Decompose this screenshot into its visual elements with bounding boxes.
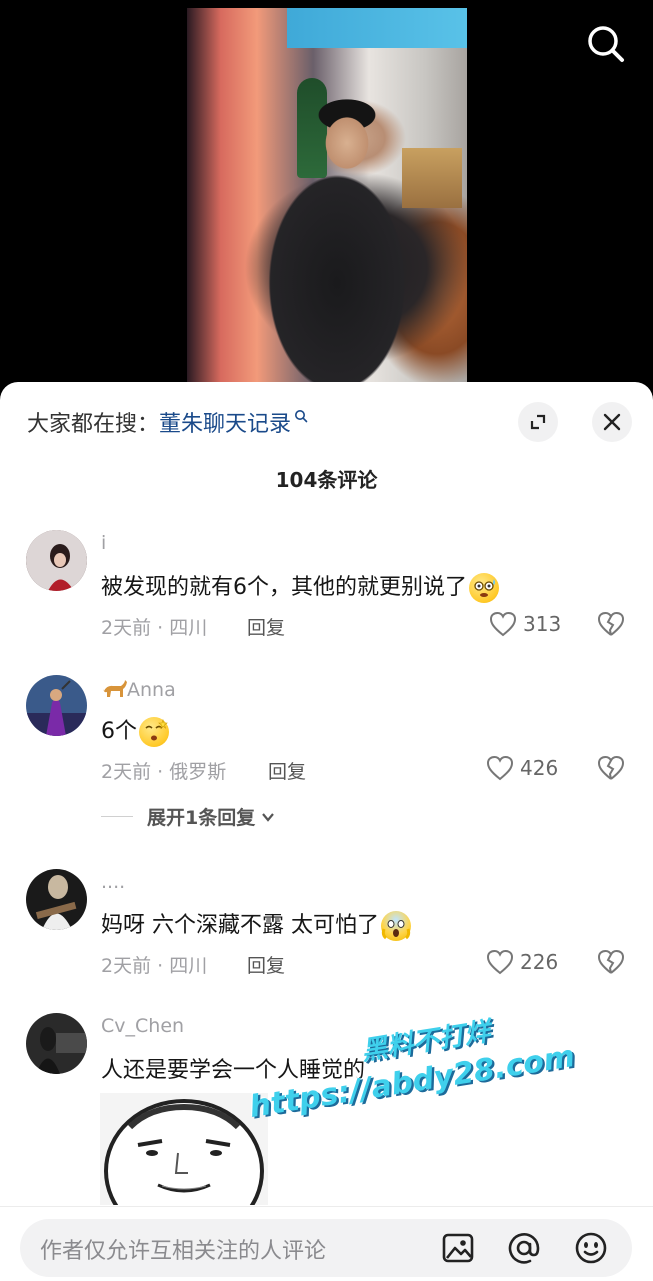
hot-search-prefix: 大家都在搜： — [27, 412, 160, 437]
dislike-button[interactable] — [597, 949, 625, 979]
avatar[interactable] — [26, 869, 87, 930]
search-icon — [588, 26, 624, 62]
dizzy-face-emoji-icon — [139, 717, 169, 747]
image-button[interactable] — [440, 1230, 476, 1266]
like-button[interactable]: 313 — [489, 611, 561, 637]
comment-text: 6个 — [101, 713, 169, 747]
expand-icon — [530, 414, 546, 430]
like-count: 313 — [523, 612, 562, 636]
avatar[interactable] — [26, 675, 87, 736]
comment-text-content: 6个 — [101, 719, 137, 744]
video-frame[interactable] — [187, 8, 467, 383]
avatar-image — [26, 1013, 87, 1074]
expand-replies-button[interactable]: 展开1条回复 — [101, 803, 277, 830]
broken-heart-icon — [597, 949, 625, 974]
comment-input-placeholder: 作者仅允许互相关注的人评论 — [40, 1239, 327, 1264]
reply-button[interactable]: 回复 — [247, 613, 285, 640]
smiley-icon — [575, 1232, 607, 1264]
video-person — [247, 93, 417, 383]
comment-meta: 2天前 · 俄罗斯 — [101, 761, 227, 783]
reply-button[interactable]: 回复 — [247, 951, 285, 978]
sweat-smile-emoji-icon — [469, 573, 499, 603]
avatar-image — [26, 869, 87, 930]
chevron-down-icon — [262, 812, 275, 822]
close-button[interactable] — [592, 402, 632, 442]
username[interactable]: Cv_Chen — [101, 1015, 184, 1037]
expand-replies-label: 展开1条回复 — [147, 807, 256, 829]
like-count: 426 — [520, 756, 559, 780]
heart-icon — [486, 949, 514, 975]
image-icon — [442, 1233, 474, 1263]
comments-count: 104条评论 — [275, 468, 378, 492]
username[interactable]: Anna — [101, 677, 176, 701]
avatar-image — [26, 530, 87, 591]
like-button[interactable]: 426 — [486, 755, 558, 781]
scream-emoji-icon — [381, 911, 411, 941]
comment-meta: 2天前 · 四川 — [101, 617, 208, 639]
hot-search-keyword[interactable]: 董朱聊天记录 — [159, 406, 291, 438]
broken-heart-icon — [597, 755, 625, 780]
broken-heart-icon — [597, 611, 625, 636]
close-icon — [603, 413, 621, 431]
comment-sticker-image[interactable] — [100, 1093, 268, 1205]
emoji-button[interactable] — [573, 1230, 609, 1266]
comment-meta: 2天前 · 四川 — [101, 955, 208, 977]
meme-face-image — [100, 1093, 268, 1205]
heart-icon — [486, 755, 514, 781]
avatar[interactable] — [26, 1013, 87, 1074]
username-text: Anna — [127, 679, 176, 701]
dog-emoji-icon — [101, 677, 127, 699]
comment-text: 被发现的就有6个，其他的就更别说了 — [101, 569, 499, 603]
avatar-image — [26, 675, 87, 736]
heart-icon — [489, 611, 517, 637]
like-button[interactable]: 226 — [486, 949, 558, 975]
username[interactable]: .... — [101, 871, 125, 893]
video-player[interactable] — [0, 0, 653, 400]
username[interactable]: i — [101, 532, 106, 554]
expand-button[interactable] — [518, 402, 558, 442]
small-search-icon — [295, 410, 308, 423]
avatar[interactable] — [26, 530, 87, 591]
divider-line — [101, 816, 133, 817]
mention-button[interactable] — [506, 1230, 542, 1266]
search-button[interactable] — [584, 22, 628, 66]
like-count: 226 — [520, 950, 559, 974]
comment-text-content: 被发现的就有6个，其他的就更别说了 — [101, 575, 467, 600]
dislike-button[interactable] — [597, 611, 625, 641]
comment-text-content: 妈呀 六个深藏不露 太可怕了 — [101, 913, 379, 938]
hot-search[interactable]: 大家都在搜： 董朱聊天记录 — [27, 406, 308, 438]
video-background-sign — [287, 8, 467, 48]
comment-input-bar: 作者仅允许互相关注的人评论 — [0, 1206, 653, 1281]
comment-input[interactable]: 作者仅允许互相关注的人评论 — [20, 1219, 632, 1277]
at-sign-icon — [508, 1233, 540, 1264]
reply-button[interactable]: 回复 — [268, 757, 306, 784]
comment-text: 妈呀 六个深藏不露 太可怕了 — [101, 907, 411, 941]
dislike-button[interactable] — [597, 755, 625, 785]
